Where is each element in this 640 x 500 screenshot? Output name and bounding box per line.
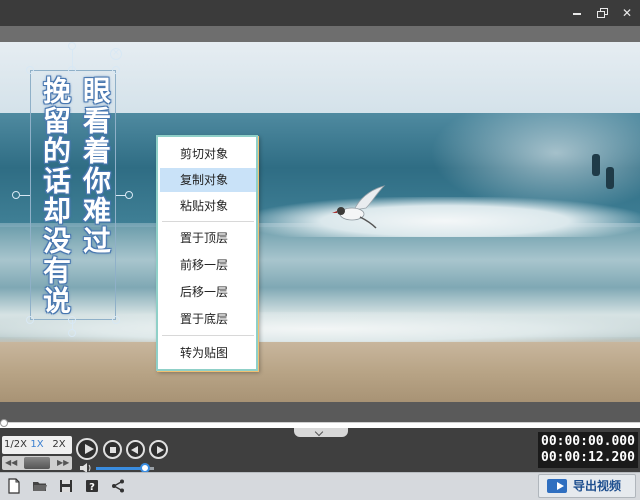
export-video-icon xyxy=(547,479,567,493)
video-editor-window: ✕ × 眼看着你难过 挽留的话却没有说 剪切对象 复制对象 粘贴对象 置于顶层 … xyxy=(0,0,640,500)
current-time: 00:00:00.000 xyxy=(541,434,635,449)
menu-item-paste[interactable]: 粘贴对象 xyxy=(160,194,256,218)
resize-handle-top[interactable] xyxy=(68,66,76,74)
previous-icon[interactable] xyxy=(126,440,145,459)
breaking-wave xyxy=(250,197,640,237)
speed-half[interactable]: 1/2X xyxy=(4,436,27,454)
resize-handle-right[interactable] xyxy=(125,191,133,199)
next-icon[interactable] xyxy=(149,440,168,459)
help-icon[interactable]: ? xyxy=(84,478,100,494)
sticker-close-icon[interactable]: × xyxy=(110,48,122,60)
resize-handle-top-right[interactable] xyxy=(112,66,120,74)
resize-handle-left[interactable] xyxy=(12,191,20,199)
menu-item-bring-forward[interactable]: 前移一层 xyxy=(160,253,256,277)
maximize-icon[interactable] xyxy=(594,4,612,22)
speed-selector: 1/2X 1X 2X xyxy=(2,436,72,454)
rotate-handle[interactable] xyxy=(68,42,76,50)
menu-separator xyxy=(162,221,254,222)
shuttle-control: ◀◀ ▶▶ xyxy=(2,456,72,470)
menu-item-send-backward[interactable]: 后移一层 xyxy=(160,280,256,304)
surfer-figure xyxy=(592,154,600,176)
surfer-figure xyxy=(606,167,614,189)
title-bar: ✕ xyxy=(0,0,640,26)
export-video-label: 导出视频 xyxy=(573,479,622,493)
preview-top-band xyxy=(0,26,640,42)
stop-icon[interactable] xyxy=(103,440,122,459)
video-preview[interactable]: × 眼看着你难过 挽留的话却没有说 剪切对象 复制对象 粘贴对象 置于顶层 前移… xyxy=(0,42,640,402)
new-file-icon[interactable] xyxy=(6,478,22,494)
menu-item-bring-to-front[interactable]: 置于顶层 xyxy=(160,226,256,250)
handle-connector xyxy=(20,195,30,196)
share-icon[interactable] xyxy=(110,478,126,494)
fast-forward-icon[interactable]: ▶▶ xyxy=(57,457,69,469)
menu-item-cut[interactable]: 剪切对象 xyxy=(160,142,256,166)
sticker-text-line-1: 眼看着你难过 xyxy=(79,76,112,256)
close-icon[interactable]: ✕ xyxy=(618,4,636,22)
rewind-icon[interactable]: ◀◀ xyxy=(5,457,17,469)
resize-handle-bottom-right[interactable] xyxy=(112,316,120,324)
resize-handle-top-left[interactable] xyxy=(26,66,34,74)
export-video-button[interactable]: 导出视频 xyxy=(538,474,636,498)
volume-fill xyxy=(96,467,146,470)
time-display: 00:00:00.000 00:00:12.200 xyxy=(538,432,638,468)
open-folder-icon[interactable] xyxy=(32,478,48,494)
save-icon[interactable] xyxy=(58,478,74,494)
menu-separator xyxy=(162,335,254,336)
speed-double[interactable]: 2X xyxy=(49,436,69,454)
sand-background xyxy=(0,342,640,402)
resize-handle-bottom-extra[interactable] xyxy=(68,329,76,337)
shuttle-slider[interactable] xyxy=(24,457,50,469)
play-icon[interactable] xyxy=(76,438,98,460)
svg-text:?: ? xyxy=(89,482,95,493)
handle-connector xyxy=(116,195,126,196)
progress-knob[interactable] xyxy=(0,419,8,427)
minimize-icon[interactable] xyxy=(568,4,586,22)
resize-handle-bottom-left[interactable] xyxy=(26,316,34,324)
timeline-area xyxy=(0,402,640,422)
speed-normal[interactable]: 1X xyxy=(29,436,45,454)
menu-item-send-to-back[interactable]: 置于底层 xyxy=(160,307,256,331)
sticker-text-line-2: 挽留的话却没有说 xyxy=(39,76,72,316)
menu-item-convert-to-sticker[interactable]: 转为贴图 xyxy=(160,341,256,365)
menu-item-copy[interactable]: 复制对象 xyxy=(160,168,256,192)
collapse-panel-tab[interactable] xyxy=(294,428,348,437)
total-time: 00:00:12.200 xyxy=(541,450,635,465)
seagull-icon xyxy=(332,185,386,229)
context-menu: 剪切对象 复制对象 粘贴对象 置于顶层 前移一层 后移一层 置于底层 转为贴图 xyxy=(156,135,258,371)
